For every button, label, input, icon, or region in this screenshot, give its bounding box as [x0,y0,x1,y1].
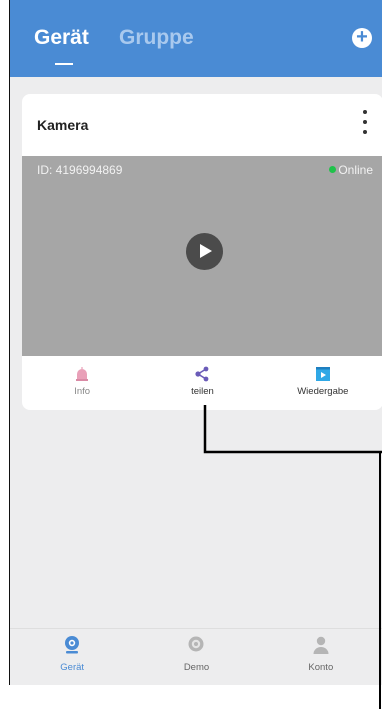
demo-icon [188,636,204,652]
status-badge: Online [329,163,373,177]
plus-circle-icon: + [356,26,368,48]
device-title: Kamera [37,117,89,133]
playback-label: Wiedergabe [297,386,349,397]
info-label: Info [74,386,91,397]
device-id: ID: 4196994869 [37,163,123,177]
share-label: teilen [191,386,214,397]
tab-device[interactable]: Gerät [34,26,89,50]
active-tab-indicator [55,63,73,65]
nav-label-account: Konto [308,662,334,673]
device-card: Kamera ID: 4196994869 Online Info teilen… [22,94,382,410]
nav-item-account[interactable]: Konto [259,629,382,685]
nav-label-demo: Demo [183,662,210,673]
share-action[interactable]: teilen [142,356,262,410]
kebab-menu-icon[interactable] [361,110,369,134]
online-dot-icon [329,166,337,173]
account-icon [313,636,329,654]
play-button[interactable] [186,233,223,270]
nav-item-demo[interactable]: Demo [134,629,258,685]
info-action[interactable]: Info [22,356,142,410]
playback-action[interactable]: Wiedergabe [263,356,382,410]
nav-label-device: Gerät [60,662,85,673]
nav-item-device[interactable]: Gerät [10,629,134,685]
info-bell-icon [76,367,89,381]
card-actions: Info teilen Wiedergabe [22,356,382,410]
top-header: Gerät Gruppe + [10,0,382,77]
add-device-button[interactable]: + [352,26,372,48]
camera-preview[interactable]: ID: 4196994869 Online [22,156,382,356]
camera-icon [65,636,80,654]
bottom-navigation: Gerät Demo Konto [10,628,382,685]
status-text: Online [338,163,373,177]
app-screen: Gerät Gruppe + Kamera ID: 4196994869 Onl… [9,0,382,685]
share-icon [195,366,209,382]
playback-icon [315,367,330,381]
tab-group[interactable]: Gruppe [119,26,194,50]
